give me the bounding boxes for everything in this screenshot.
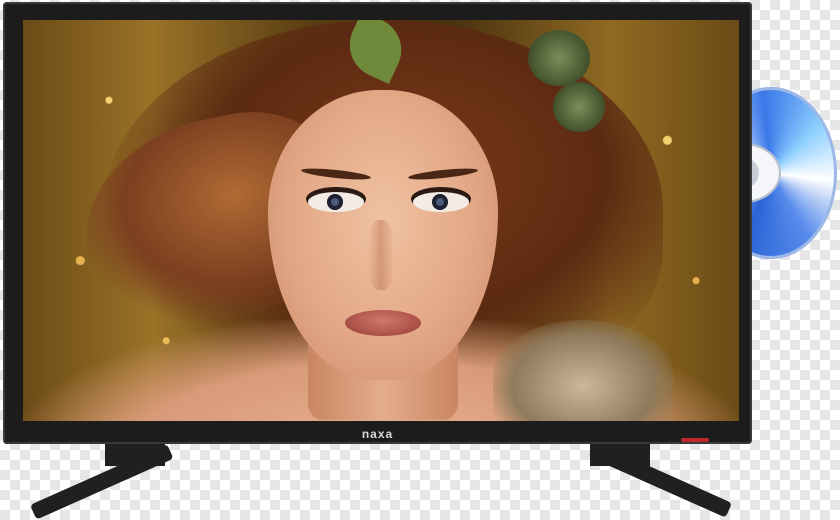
right-eye (413, 192, 469, 212)
left-eye (308, 192, 364, 212)
succulent-flower-2 (553, 82, 605, 132)
power-led-indicator (681, 438, 709, 442)
lips-shape (345, 310, 421, 336)
tv-body: naxa (3, 2, 752, 444)
stand-leg-right (588, 442, 733, 518)
brand-logo: naxa (361, 427, 394, 441)
tv-screen-image (23, 20, 739, 421)
stand-leg-left (30, 443, 174, 520)
nose-shape (368, 220, 394, 290)
product-scene: naxa (0, 0, 840, 520)
succulent-flower-1 (528, 30, 590, 86)
fur-collar-shape (493, 320, 673, 421)
